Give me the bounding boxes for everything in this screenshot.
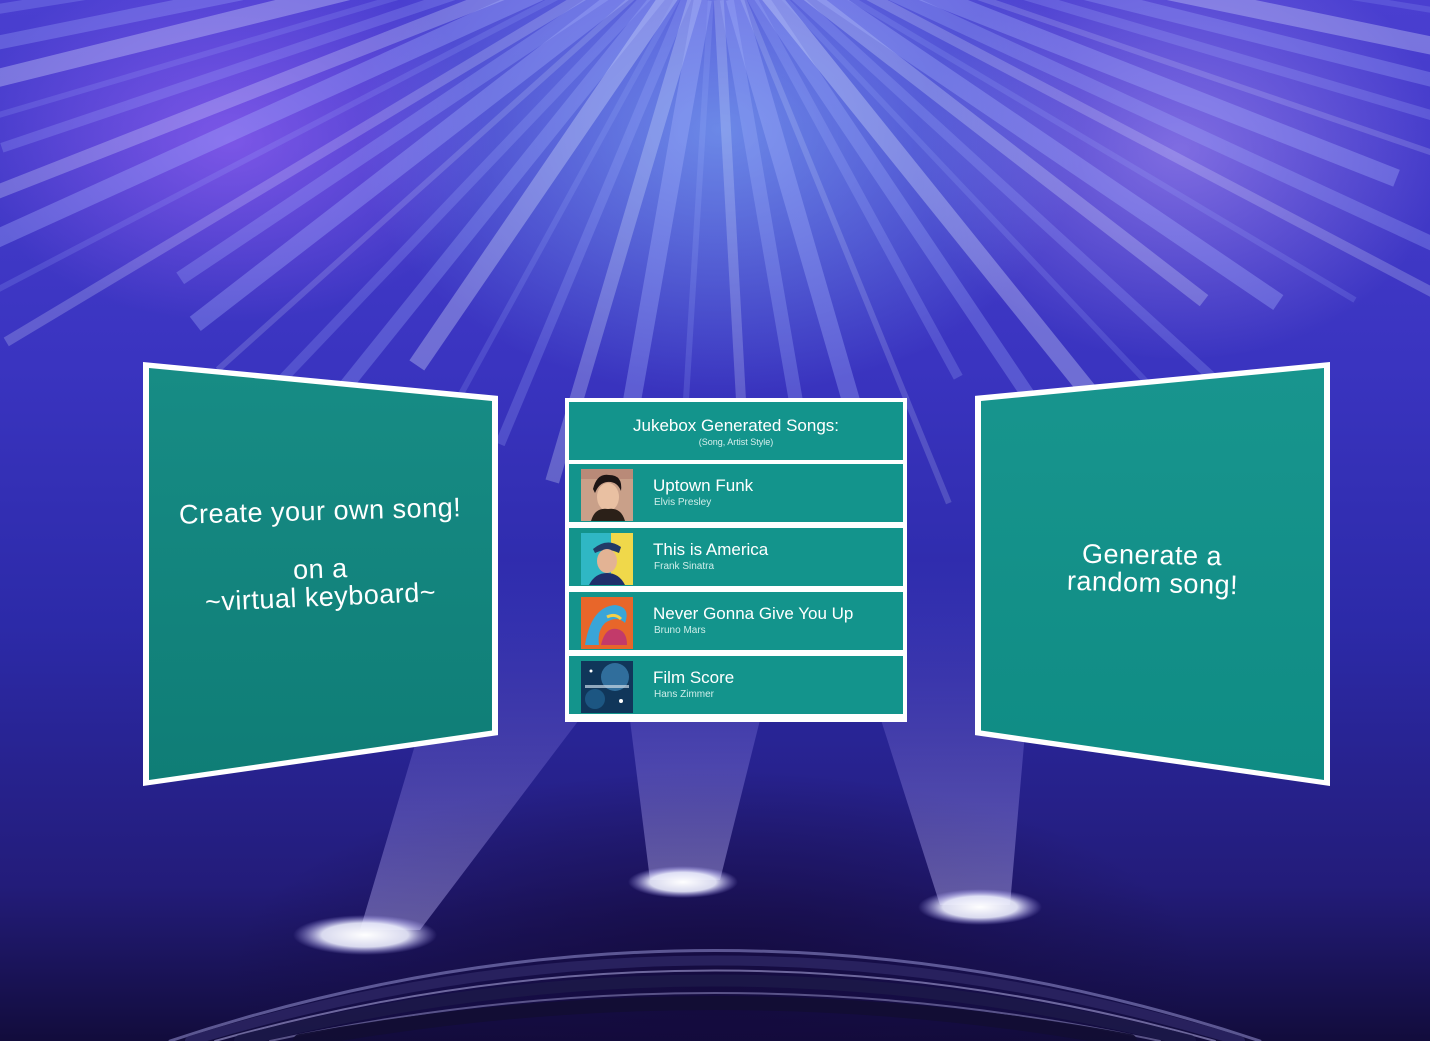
spotlight <box>628 866 738 898</box>
song-item-film-score[interactable]: Film Score Hans Zimmer <box>569 656 903 714</box>
song-item-never-gonna-give-you-up[interactable]: Never Gonna Give You Up Bruno Mars <box>569 592 903 650</box>
song-title: Never Gonna Give You Up <box>653 604 854 623</box>
song-artist: Frank Sinatra <box>654 561 715 572</box>
song-item-uptown-funk[interactable]: Uptown Funk Elvis Presley <box>569 464 903 522</box>
spotlight <box>918 889 1042 925</box>
song-artist: Bruno Mars <box>654 625 706 636</box>
album-art-thumbnail <box>581 533 633 585</box>
light-ray <box>791 0 1265 426</box>
song-title: Film Score <box>653 668 735 687</box>
virtual-keyboard-label: ~virtual keyboard~ <box>204 576 437 618</box>
song-title: Uptown Funk <box>653 476 754 495</box>
generate-random-song-panel[interactable]: Generate a random song! <box>975 362 1330 786</box>
song-list-panel: Jukebox Generated Songs: (Song, Artist S… <box>565 398 907 722</box>
spotlight <box>293 915 437 955</box>
generate-random-title: Generate a <box>1082 538 1223 572</box>
song-artist: Elvis Presley <box>654 497 712 508</box>
generate-random-subtitle: random song! <box>1066 565 1239 601</box>
album-art-thumbnail <box>581 661 633 713</box>
create-song-subtitle: on a <box>292 553 349 585</box>
album-art-thumbnail <box>581 597 633 649</box>
song-artist: Hans Zimmer <box>654 689 715 700</box>
song-title: This is America <box>653 540 769 559</box>
album-art-thumbnail <box>581 469 633 521</box>
song-list-header: Jukebox Generated Songs: (Song, Artist S… <box>569 402 903 460</box>
song-list-title: Jukebox Generated Songs: <box>632 416 840 435</box>
song-list-subtitle: (Song, Artist Style) <box>698 437 774 447</box>
create-song-panel[interactable]: Create your own song! on a ~virtual keyb… <box>143 362 498 786</box>
create-song-title: Create your own song! <box>179 492 462 530</box>
song-item-this-is-america[interactable]: This is America Frank Sinatra <box>569 528 903 586</box>
stage-background: Create your own song! on a ~virtual keyb… <box>0 0 1430 1041</box>
